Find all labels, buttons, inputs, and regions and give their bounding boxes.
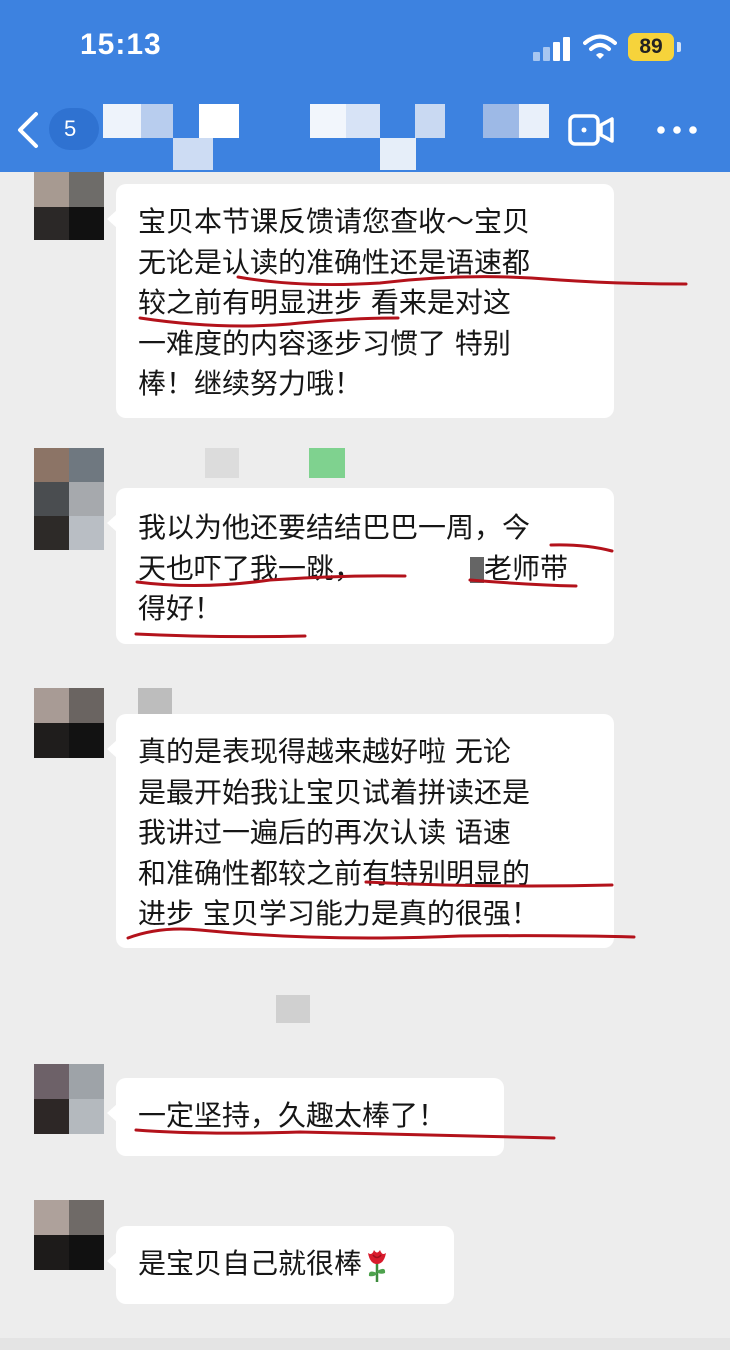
status-time: 15:13 — [80, 28, 162, 61]
contact-name-mosaic — [103, 100, 553, 170]
message-bubble[interactable]: 宝贝本节课反馈请您查收～宝贝 无论是认读的准确性还是语速都 较之前有明显进步 看… — [107, 184, 614, 418]
message-bubble[interactable]: 是宝贝自己就很棒 — [107, 1226, 454, 1304]
message-bubble[interactable]: 真的是表现得越来越好啦 无论 是最开始我让宝贝试着拼读还是 我讲过一遍后的再次认… — [107, 714, 614, 948]
message-line: 我讲过一遍后的再次认读 语速 — [138, 816, 511, 849]
more-dots-icon[interactable] — [655, 120, 699, 140]
message-text: 老师带 — [484, 551, 569, 585]
message-line: 得好！ — [138, 592, 223, 625]
message-text: 天也吓了我一跳， — [138, 551, 363, 585]
message-line: 和准确性都较之前有特别明显的 — [138, 856, 531, 890]
chevron-left-icon[interactable] — [14, 110, 42, 150]
message-bubble[interactable]: 我以为他还要结结巴巴一周，今 天也吓了我一跳， 老师带 得好！ — [107, 488, 614, 644]
message-line: 我以为他还要结结巴巴一周，今 — [138, 511, 531, 544]
sender-avatar[interactable] — [34, 172, 104, 240]
message-line: 较之前有明显进步 看来是对这 — [138, 286, 511, 319]
timestamp-mosaic — [276, 995, 310, 1023]
battery-indicator: 89 — [628, 33, 674, 61]
message-text: 是宝贝自己就很棒 — [138, 1247, 363, 1280]
message-line: 进步 宝贝学习能力是真的很强！ — [138, 897, 539, 930]
message-line: 天也吓了我一跳， 老师带 — [138, 549, 592, 590]
wifi-icon — [583, 34, 617, 59]
sender-avatar[interactable] — [34, 448, 104, 550]
message-line: 是宝贝自己就很棒 — [138, 1244, 432, 1285]
message-line: 一难度的内容逐步习惯了 特别 — [138, 326, 511, 360]
message-bubble[interactable]: 一定坚持，久趣太棒了！ — [107, 1078, 504, 1156]
message-line: 一定坚持，久趣太棒了！ — [138, 1099, 447, 1132]
video-call-icon[interactable] — [568, 114, 614, 146]
message-line: 宝贝本节课反馈请您查收～宝贝 — [138, 205, 531, 238]
sender-avatar[interactable] — [34, 1200, 104, 1270]
rose-icon — [368, 1250, 387, 1282]
chat-header: 15:13 89 5 — [0, 0, 730, 172]
message-line: 棒！继续努力哦！ — [138, 367, 363, 400]
message-line: 真的是表现得越来越好啦 无论 — [138, 735, 511, 768]
battery-tip — [677, 42, 681, 52]
bottom-edge — [0, 1338, 730, 1350]
unread-count-badge[interactable]: 5 — [49, 108, 99, 150]
sender-avatar[interactable] — [34, 688, 104, 758]
redacted-name-mosaic — [470, 556, 484, 583]
message-line: 无论是认读的准确性还是语速都 — [138, 245, 531, 279]
cellular-signal-icon — [533, 37, 573, 61]
sender-avatar[interactable] — [34, 1064, 104, 1134]
sender-name-mosaic — [205, 448, 345, 478]
message-line: 是最开始我让宝贝试着拼读还是 — [138, 775, 531, 809]
